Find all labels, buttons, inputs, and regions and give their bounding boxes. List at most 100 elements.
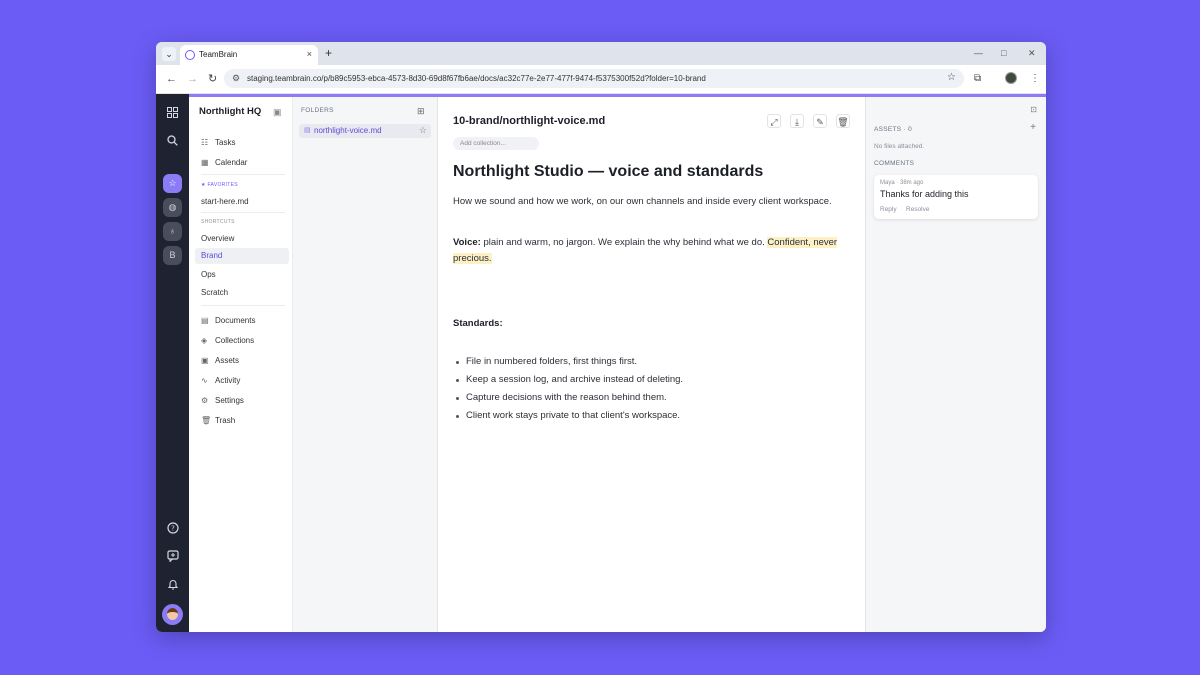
standards-label: Standards: [453, 318, 503, 329]
feedback-icon[interactable] [162, 548, 183, 569]
sidebar-item-label: Settings [215, 396, 244, 405]
no-files-text: No files attached. [874, 143, 925, 150]
browser-toolbar: ← → ↻ ⚙ staging.teambrain.co/p/b89c5953-… [156, 65, 1046, 94]
search-icon[interactable] [162, 132, 183, 153]
sidebar-item-label: Collections [215, 336, 255, 345]
collapse-panel-icon[interactable]: ⊡ [1030, 105, 1037, 115]
trash-icon: 🗑 [201, 416, 212, 425]
sidebar-item-label: Trash [215, 416, 236, 425]
collections-icon: ◈ [201, 336, 208, 345]
settings-icon: ⚙ [201, 396, 209, 405]
browser-tab[interactable]: TeamBrain × [180, 45, 318, 65]
sidebar-item-label: Activity [215, 376, 241, 385]
sidebar-item-tasks[interactable]: ☷ Tasks [201, 137, 235, 148]
app-rail: ☆ ◍ ♁ B ? [156, 94, 189, 632]
voice-text: plain and warm, no jargon. We explain th… [480, 237, 768, 248]
browser-window: ⌄ TeamBrain × + — □ ✕ ← → ↻ ⚙ staging.te… [156, 42, 1046, 632]
star-icon[interactable]: ☆ [419, 125, 427, 136]
url-text[interactable]: staging.teambrain.co/p/b89c5953-ebca-457… [247, 73, 706, 84]
resolve-button[interactable]: Resolve [906, 206, 929, 214]
voice-label: Voice: [453, 237, 481, 248]
delete-icon[interactable]: 🗑 [836, 114, 850, 128]
tasks-icon: ☷ [201, 138, 209, 147]
sidebar-item-label: Documents [215, 316, 256, 325]
voice-paragraph: Voice: plain and warm, no jargon. We exp… [453, 235, 843, 266]
sidebar-item-activity[interactable]: ∿ Activity [201, 375, 240, 386]
help-icon[interactable]: ? [162, 520, 183, 541]
shortcut-scratch[interactable]: Scratch [201, 287, 228, 298]
new-tab-button[interactable]: + [325, 46, 332, 60]
browser-menu-icon[interactable]: ⋮ [1030, 72, 1040, 86]
shortcut-overview[interactable]: Overview [201, 233, 234, 244]
sidebar-item-label: Calendar [215, 158, 248, 167]
shortcut-ops[interactable]: Ops [201, 269, 216, 280]
shortcut-brand[interactable]: Brand [195, 248, 289, 264]
list-item: Client work stays private to that client… [453, 407, 843, 425]
assets-icon: ▣ [201, 356, 209, 365]
expand-icon[interactable]: ⤢ [767, 114, 781, 128]
close-window-icon[interactable]: ✕ [1028, 47, 1036, 59]
tab-search-button[interactable]: ⌄ [162, 47, 176, 61]
forward-icon[interactable]: → [187, 72, 198, 86]
sidebar-item-label: Assets [215, 356, 240, 365]
sidebar-item-label: Tasks [215, 138, 236, 147]
file-item[interactable]: ▤ northlight-voice.md ☆ [299, 124, 431, 138]
sidebar-item-documents[interactable]: ▤ Documents [201, 315, 255, 326]
edit-icon[interactable]: ✎ [813, 114, 827, 128]
file-name: northlight-voice.md [314, 126, 382, 135]
documents-icon: ▤ [201, 316, 209, 325]
standards-list: File in numbered folders, first things f… [453, 353, 843, 425]
comments-label: COMMENTS [874, 160, 915, 167]
comment-text: Thanks for adding this [880, 189, 969, 199]
assets-label: ASSETS · 0 [874, 126, 913, 133]
site-info-icon[interactable]: ⚙ [232, 72, 240, 84]
bell-icon[interactable] [162, 576, 183, 597]
details-panel: ⊡ ASSETS · 0 + No files attached. COMMEN… [865, 97, 1046, 632]
reply-button[interactable]: Reply [880, 206, 897, 214]
document-path: 10-brand/northlight-voice.md [453, 115, 606, 127]
file-icon: ▤ [304, 127, 311, 134]
comment-meta: Maya · 38m ago [880, 180, 924, 186]
add-collection-input[interactable]: Add collection... [453, 137, 539, 150]
back-icon[interactable]: ← [166, 72, 177, 86]
workspace-title: Northlight HQ [199, 106, 262, 117]
sidebar-toggle-icon[interactable]: ▣ [273, 106, 282, 118]
workspace-b[interactable]: B [163, 246, 182, 265]
shortcuts-label: SHORTCUTS [201, 219, 235, 225]
extensions-icon[interactable]: ⧉ [974, 72, 981, 86]
sidebar-item-trash[interactable]: 🗑 Trash [201, 415, 235, 426]
download-icon[interactable]: ⤓ [790, 114, 804, 128]
comment-card: Maya · 38m ago Thanks for adding this Re… [874, 175, 1038, 219]
new-file-icon[interactable]: ⊞ [417, 106, 425, 116]
sidebar-item-settings[interactable]: ⚙ Settings [201, 395, 244, 406]
folders-panel: FOLDERS ⊞ ▤ northlight-voice.md ☆ [293, 97, 438, 632]
favorites-label: ★ FAVORITES [201, 182, 238, 188]
sidebar-item-calendar[interactable]: ▦ Calendar [201, 157, 247, 168]
bookmark-star-icon[interactable]: ☆ [947, 72, 956, 84]
close-tab-icon[interactable]: × [307, 48, 312, 60]
maximize-icon[interactable]: □ [1001, 47, 1006, 59]
sidebar-item-collections[interactable]: ◈ Collections [201, 335, 254, 346]
minimize-icon[interactable]: — [974, 47, 983, 59]
tab-strip: ⌄ TeamBrain × + — □ ✕ [156, 42, 1046, 65]
profile-avatar[interactable] [1005, 72, 1017, 84]
document-title: Northlight Studio — voice and standards [453, 163, 764, 180]
document-view: 10-brand/northlight-voice.md ⤢ ⤓ ✎ 🗑 Add… [438, 97, 865, 632]
workspace-bulb[interactable]: ♁ [163, 222, 182, 241]
reload-icon[interactable]: ↻ [208, 72, 217, 86]
favorite-item[interactable]: start-here.md [201, 196, 249, 207]
sidebar: Northlight HQ ▣ ☷ Tasks ▦ Calendar ★ FAVOR… [189, 97, 293, 632]
tab-title: TeamBrain [199, 50, 238, 59]
svg-text:?: ? [171, 525, 175, 533]
address-bar[interactable]: ⚙ staging.teambrain.co/p/b89c5953-ebca-4… [224, 69, 964, 88]
sidebar-item-assets[interactable]: ▣ Assets [201, 355, 239, 366]
standards-heading: Standards: [453, 316, 843, 332]
grid-icon[interactable] [162, 104, 183, 125]
folders-title: FOLDERS [301, 107, 334, 114]
workspace-globe[interactable]: ◍ [163, 198, 182, 217]
list-item: Capture decisions with the reason behind… [453, 389, 843, 407]
divider [201, 174, 285, 175]
add-asset-icon[interactable]: + [1030, 123, 1036, 133]
user-avatar[interactable] [162, 604, 183, 625]
workspace-starred[interactable]: ☆ [163, 174, 182, 193]
